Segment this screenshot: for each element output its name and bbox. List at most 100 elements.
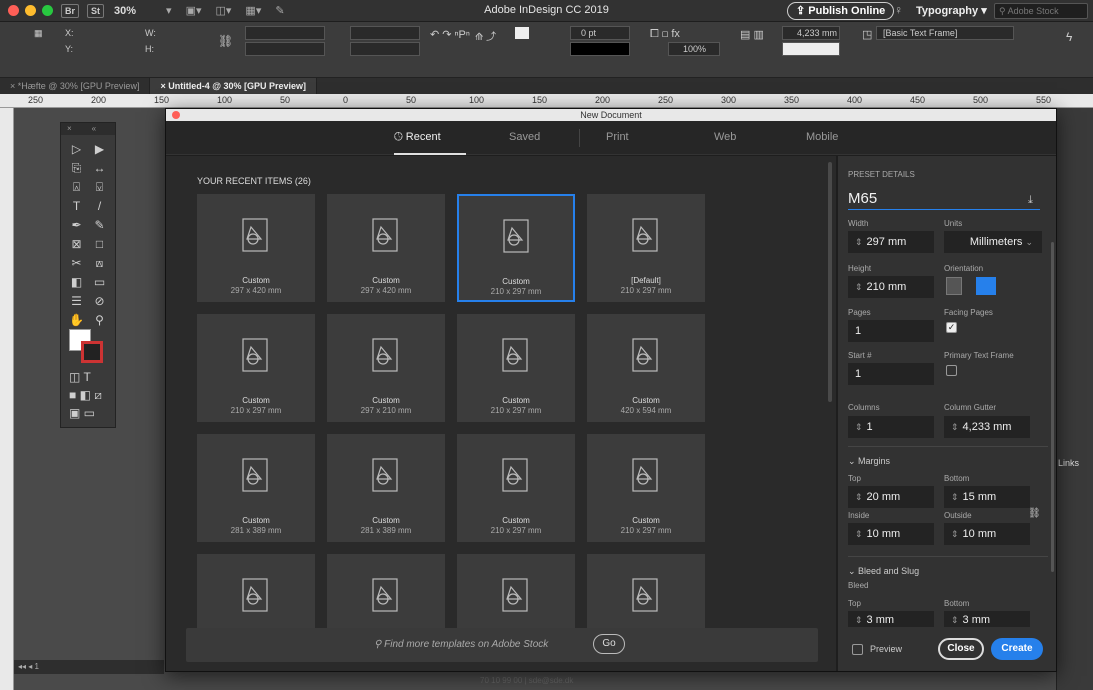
recent-item-tile[interactable]: Custom 210 x 297 mm (587, 434, 705, 542)
primary-text-frame-checkbox[interactable] (946, 365, 957, 376)
content-placer-icon[interactable]: ⍌ (88, 179, 111, 195)
create-button[interactable]: Create (991, 638, 1043, 660)
rotate-icons[interactable]: ↶ ↷ ⁿPⁿ (430, 28, 470, 41)
recent-item-tile[interactable]: Custom 281 x 389 mm (327, 434, 445, 542)
gap-tool-icon[interactable]: ↔ (88, 160, 111, 176)
arrange-documents-icon[interactable]: ▦▾ (245, 4, 261, 17)
go-button[interactable]: Go (593, 634, 625, 654)
recent-item-tile[interactable]: Custom 420 x 594 mm (587, 314, 705, 422)
tab-recent[interactable]: 🕓︎ Recent (394, 131, 441, 144)
margin-inside-field[interactable]: ⇕ 10 mm (848, 523, 934, 545)
close-button[interactable]: Close (938, 638, 984, 660)
scale-x-field[interactable] (245, 26, 325, 40)
rotation-field[interactable] (350, 26, 420, 40)
select-container-icon[interactable]: ⟰ ⤴ (475, 28, 496, 43)
bridge-button[interactable]: Br (61, 3, 80, 18)
recent-item-tile[interactable]: Custom 297 x 210 mm (327, 314, 445, 422)
bleed-top-field[interactable]: ⇕ 3 mm (848, 611, 934, 627)
gradient-feather-tool-icon[interactable]: ▭ (88, 274, 111, 290)
page-tool-icon[interactable]: ⎘ (65, 160, 88, 176)
minimize-window-button[interactable] (25, 5, 36, 16)
stock-search-input[interactable]: ⚲ Adobe Stock (994, 3, 1088, 19)
page-number-field[interactable]: 1 (35, 662, 39, 671)
height-field[interactable]: ⇕ 210 mm (848, 276, 934, 298)
formatting-container-icon[interactable]: ◫ T (69, 369, 91, 385)
facing-pages-checkbox[interactable]: ✓ (946, 322, 957, 333)
hand-tool-icon[interactable]: ✋ (65, 312, 88, 328)
opacity-field[interactable]: 100% (668, 42, 720, 56)
zoom-tool-icon[interactable]: ⚲ (88, 312, 111, 328)
close-tab-icon[interactable]: × (10, 81, 18, 91)
tab-print[interactable]: Print (606, 131, 629, 143)
links-panel-tab[interactable]: Links (1058, 458, 1079, 468)
shear-field[interactable] (350, 42, 420, 56)
preset-scrollbar[interactable] (1051, 242, 1054, 572)
close-window-button[interactable] (8, 5, 19, 16)
zoom-window-button[interactable] (42, 5, 53, 16)
start-page-field[interactable]: 1 (848, 363, 934, 385)
apply-color-icon[interactable]: ■ ◧ ⧄ (69, 387, 102, 403)
rectangle-frame-tool-icon[interactable]: ⊠ (65, 236, 88, 252)
recent-item-tile[interactable] (327, 554, 445, 628)
note-tool-icon[interactable]: ☰ (65, 293, 88, 309)
recent-item-tile[interactable]: Custom 210 x 297 mm (197, 314, 315, 422)
prev-page-icon[interactable]: ◂◂ ◂ (18, 662, 35, 671)
recent-item-tile[interactable] (587, 554, 705, 628)
margin-bottom-field[interactable]: ⇕ 15 mm (944, 486, 1030, 508)
display-performance-icon[interactable]: ◫▾ (216, 4, 232, 17)
stroke-type-select[interactable] (570, 42, 630, 56)
type-tool-icon[interactable]: T (65, 198, 88, 214)
tab-web[interactable]: Web (714, 131, 736, 143)
scale-y-field[interactable] (245, 42, 325, 56)
stock-search-field[interactable]: ⚲ Find more templates on Adobe Stock (374, 639, 548, 650)
margin-top-field[interactable]: ⇕ 20 mm (848, 486, 934, 508)
doc-tab-haefte[interactable]: × *Hæfte @ 30% [GPU Preview] (0, 78, 151, 94)
eyedropper-tool-icon[interactable]: ⊘ (88, 293, 111, 309)
recent-item-tile[interactable] (197, 554, 315, 628)
color-field[interactable] (782, 42, 840, 56)
preset-name-field[interactable]: M65 (848, 190, 1040, 210)
rectangle-tool-icon[interactable]: □ (88, 236, 111, 252)
recent-item-tile[interactable]: Custom 281 x 389 mm (197, 434, 315, 542)
workspace-switcher[interactable]: Typography ▾ (916, 4, 987, 17)
recent-item-tile[interactable]: Custom 297 x 420 mm (327, 194, 445, 302)
recent-item-tile[interactable]: Custom 297 x 420 mm (197, 194, 315, 302)
content-collector-icon[interactable]: ⍓ (65, 179, 88, 195)
column-gutter-field[interactable]: ⇕ 4,233 mm (944, 416, 1030, 438)
bleed-bottom-field[interactable]: ⇕ 3 mm (944, 611, 1030, 627)
recent-item-tile[interactable]: Custom 210 x 297 mm (457, 314, 575, 422)
align-icons[interactable]: ▤ ▥ (740, 28, 764, 41)
pencil-tool-icon[interactable]: ✎ (88, 217, 111, 233)
fill-swatch[interactable] (515, 27, 529, 39)
width-field[interactable]: ⇕ 297 mm (848, 231, 934, 253)
zoom-level[interactable]: 30% (114, 5, 136, 17)
free-transform-tool-icon[interactable]: ⟎ (88, 255, 111, 271)
constrain-proportions-icon[interactable]: ⛓ (218, 34, 233, 48)
link-margins-icon[interactable]: ⛓ (1028, 508, 1041, 519)
tab-saved[interactable]: Saved (509, 131, 540, 143)
line-tool-icon[interactable]: / (88, 198, 111, 214)
tab-mobile[interactable]: Mobile (806, 131, 838, 143)
scissors-tool-icon[interactable]: ✂ (65, 255, 88, 271)
selection-tool-icon[interactable]: ▷ (65, 141, 88, 157)
gradient-swatch-tool-icon[interactable]: ◧ (65, 274, 88, 290)
bleed-slug-section-toggle[interactable]: ⌄ Bleed and Slug (848, 566, 919, 577)
recent-item-tile[interactable] (457, 554, 575, 628)
text-wrap-icons[interactable]: ⧠ ◻ fx (650, 28, 680, 41)
gpu-icon[interactable]: ✎ (275, 4, 284, 17)
stroke-weight-field[interactable]: 0 pt (570, 26, 630, 40)
publish-online-button[interactable]: ⇪ Publish Online (787, 2, 895, 20)
recent-items-scrollbar[interactable] (828, 162, 832, 402)
fill-stroke-swatches[interactable] (69, 329, 105, 365)
save-preset-icon[interactable]: ⤓ (1028, 194, 1033, 207)
lightbulb-icon[interactable]: ♀ (894, 3, 903, 17)
recent-item-tile[interactable]: Custom 210 x 297 mm (457, 434, 575, 542)
margin-outside-field[interactable]: ⇕ 10 mm (944, 523, 1030, 545)
units-select[interactable]: Millimeters ⌄ (944, 231, 1042, 253)
preview-checkbox[interactable] (852, 644, 863, 655)
frame-fitting-icon[interactable]: ◳ (862, 28, 872, 41)
reference-point-icon[interactable]: ▦ (34, 28, 43, 39)
lightning-icon[interactable]: ϟ (1066, 30, 1072, 44)
columns-field[interactable]: ⇕ 1 (848, 416, 934, 438)
landscape-orientation-icon[interactable] (976, 277, 996, 295)
